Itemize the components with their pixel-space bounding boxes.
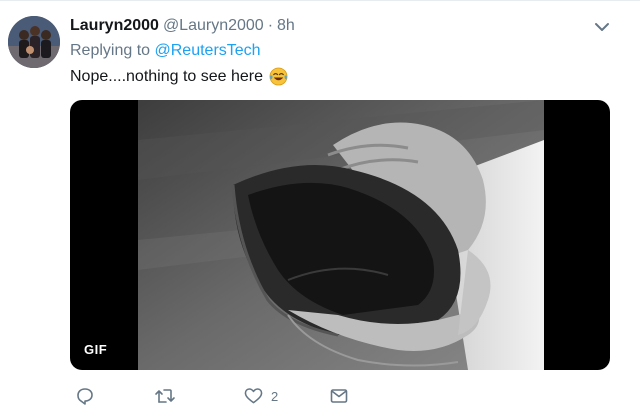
avatar[interactable]	[8, 16, 60, 68]
tweet-actions: 2	[70, 384, 610, 408]
timestamp[interactable]: 8h	[277, 17, 295, 35]
user-handle[interactable]: @Lauryn2000	[163, 17, 264, 35]
retweet-icon	[154, 387, 176, 405]
tweet[interactable]: Lauryn2000 @Lauryn2000 · 8h Replying to …	[0, 0, 640, 414]
chevron-down-icon[interactable]	[592, 17, 612, 37]
mention-link[interactable]: @ReutersTech	[155, 42, 261, 59]
envelope-icon	[330, 387, 348, 405]
like-count: 2	[271, 388, 279, 404]
tweet-header: Lauryn2000 @Lauryn2000 · 8h	[70, 15, 295, 37]
gif-badge: GIF	[78, 339, 114, 360]
gif-frame-image	[138, 100, 544, 370]
display-name[interactable]: Lauryn2000	[70, 17, 159, 35]
like-button[interactable]: 2	[244, 384, 278, 408]
retweet-button[interactable]	[154, 384, 184, 408]
replying-to: Replying to @ReutersTech	[70, 42, 261, 60]
replying-prefix: Replying to	[70, 42, 151, 59]
direct-message-button[interactable]	[330, 384, 356, 408]
gif-media[interactable]: GIF	[70, 100, 610, 370]
tweet-text: Nope....nothing to see here	[70, 67, 288, 86]
tweet-text-content: Nope....nothing to see here	[70, 67, 264, 85]
avatar-image	[8, 16, 60, 68]
separator-dot: ·	[267, 17, 274, 34]
heart-icon	[244, 387, 263, 405]
face-with-tears-of-joy-icon	[269, 67, 288, 86]
reply-icon	[76, 387, 94, 405]
reply-button[interactable]	[76, 384, 102, 408]
